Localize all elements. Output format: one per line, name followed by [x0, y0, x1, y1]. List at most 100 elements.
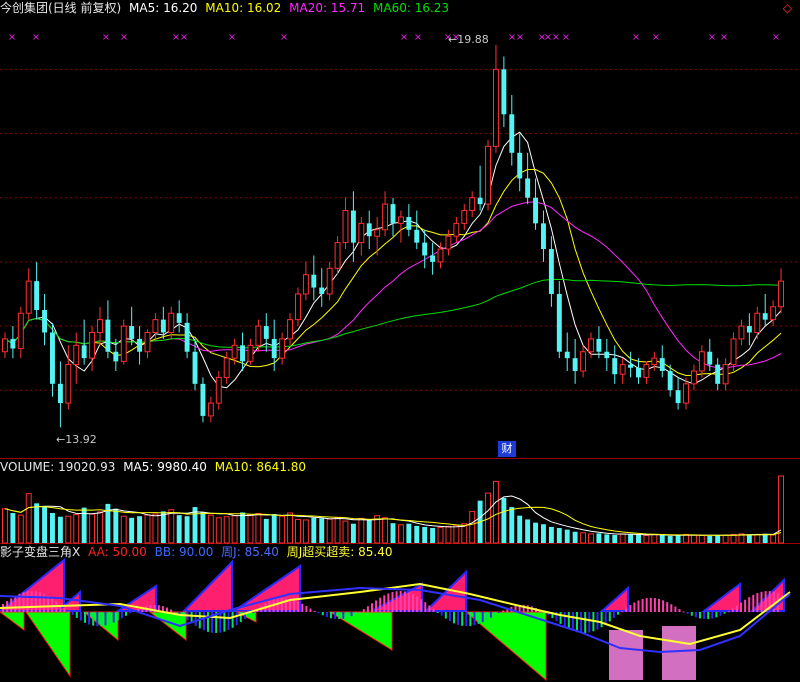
candle-body-up [97, 319, 103, 333]
indicator-histogram-bar [387, 593, 390, 612]
candle-body-down [350, 210, 356, 243]
volume-value: VOLUME: 19020.93 [0, 460, 116, 474]
indicator-histogram-bar [686, 612, 689, 614]
candle-body-down [50, 332, 55, 384]
volume-bar-up [698, 534, 705, 544]
volume-bar-down [42, 506, 48, 543]
indicator-histogram-bar [444, 612, 447, 619]
volume-bar-up [17, 514, 24, 544]
signal-marker: × [516, 32, 524, 43]
volume-bar-up [287, 512, 294, 544]
candle-body-down [319, 287, 325, 294]
candle-body-down [113, 351, 119, 362]
indicator-histogram-bar [424, 602, 427, 612]
volume-bar-down [517, 515, 523, 543]
volume-bar-down [612, 534, 618, 543]
candle-body-down [636, 367, 641, 378]
indicator-histogram-bar [604, 612, 607, 625]
volume-bar-up [120, 515, 127, 544]
indicator-histogram-bar [194, 612, 197, 626]
candle-body-up [437, 248, 444, 263]
candle-body-down [762, 313, 768, 320]
indicator-panel [0, 557, 791, 682]
volume-bar-up [215, 517, 222, 544]
indicator-triangle-up [599, 585, 629, 612]
candle-body-up [120, 325, 127, 362]
financial-report-marker[interactable]: 财 [498, 441, 516, 457]
indicator-histogram-bar [6, 601, 9, 612]
indicator-histogram-bar [321, 612, 324, 616]
indicator-histogram-bar [334, 612, 337, 619]
indicator-histogram-bar [166, 607, 168, 612]
indicator-histogram-bar [633, 602, 636, 612]
indicator-histogram-bar [432, 608, 435, 612]
candle-body-down [176, 313, 182, 323]
signal-marker: × [708, 32, 716, 43]
volume-bar-up [295, 518, 301, 544]
volume-bar-up [89, 513, 96, 544]
indicator-histogram-bar [301, 603, 304, 612]
candle-body-down [548, 249, 554, 294]
indicator-histogram-bar [740, 602, 742, 612]
indicator-oversold-box [609, 630, 643, 680]
indicator-title: 影子变盘三角X [0, 545, 81, 559]
volume-bar-up [619, 533, 626, 544]
volume-bar-down [604, 534, 610, 543]
volume-ma10: MA10: 8641.80 [214, 460, 307, 474]
indicator-histogram-bar [350, 612, 353, 617]
indicator-histogram-bar [612, 612, 615, 619]
volume-bar-down [430, 527, 436, 543]
candle-body-down [596, 338, 602, 352]
diamond-icon[interactable]: ◇ [783, 0, 792, 16]
indicator-histogram-bar [481, 612, 484, 623]
candle-body-down [137, 338, 143, 352]
indicator-histogram-bar [448, 612, 451, 622]
indicator-histogram-bar [231, 612, 234, 628]
indicator-histogram-bar [412, 594, 414, 612]
indicator-histogram-bar [469, 612, 472, 627]
volume-bar-down [556, 527, 562, 543]
volume-bar-up [255, 513, 262, 544]
volume-bar-up [397, 524, 404, 544]
candle-body-down [707, 351, 713, 365]
signal-marker: × [552, 32, 560, 43]
candle-body-up [770, 306, 777, 321]
indicator-histogram-bar [125, 612, 127, 616]
volume-bar-down [636, 534, 641, 543]
candle-body-up [89, 331, 96, 359]
volume-bars[interactable] [2, 475, 784, 544]
candle-body-down [184, 322, 190, 352]
indicator-oversold-box [662, 626, 696, 680]
indicator-triangle-up [181, 559, 233, 612]
indicator-histogram-bar [461, 612, 464, 626]
candle-body-up [223, 357, 230, 378]
volume-bar-up [492, 480, 499, 544]
volume-bar-down [659, 534, 665, 543]
volume-bar-up [326, 518, 333, 544]
candle-body-down [81, 345, 87, 359]
indicator-histogram-bar [756, 593, 759, 612]
indicator-histogram-bar [88, 612, 91, 625]
indicator-histogram-bar [330, 612, 332, 619]
indicator-histogram-bar [293, 599, 296, 612]
indicator-histogram-bar [465, 612, 468, 627]
volume-bar-down [137, 516, 143, 543]
volume-bar-up [588, 533, 594, 544]
candle-body-up [17, 312, 24, 350]
indicator-triangle-down [25, 611, 71, 678]
indicator-histogram-bar [84, 612, 86, 623]
stock-title: 今创集团(日线 前复权) [0, 1, 122, 15]
candle-body-up [65, 364, 72, 404]
candle-body-up [461, 210, 468, 224]
indicator-histogram-bar [453, 612, 455, 624]
candle-body-down [659, 358, 665, 371]
candle-body-down [160, 319, 166, 333]
volume-bar-down [10, 512, 16, 543]
volume-bar-up [334, 516, 341, 544]
indicator-histogram-bar [707, 612, 710, 620]
candle-body-up [334, 242, 341, 269]
volume-bar-down [628, 534, 634, 543]
volume-bar-down [129, 517, 135, 543]
indicator-histogram-bar [670, 604, 673, 612]
indicator-histogram-bar [38, 592, 41, 612]
